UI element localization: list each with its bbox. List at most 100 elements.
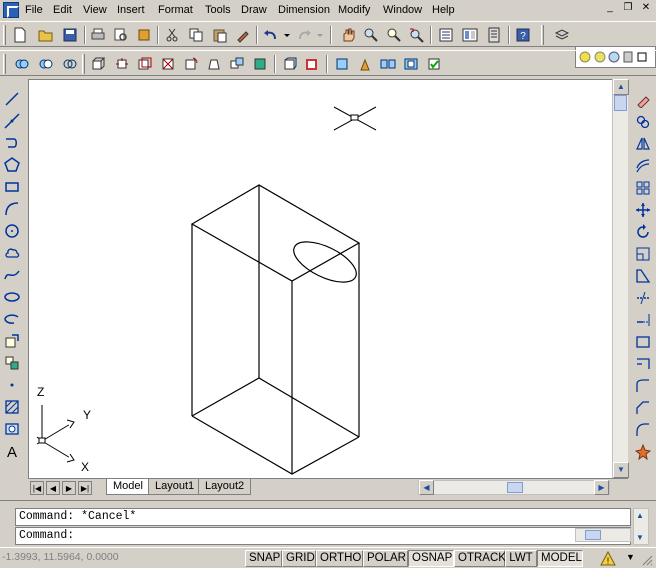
trim-icon[interactable] [633, 288, 653, 308]
construction-line-icon[interactable] [2, 111, 22, 131]
resize-grip-icon[interactable] [641, 552, 653, 566]
match-properties-icon[interactable] [233, 25, 253, 45]
app-icon[interactable] [3, 2, 19, 18]
close-button[interactable]: ✕ [638, 2, 654, 16]
stretch-icon[interactable] [633, 266, 653, 286]
cut-icon[interactable] [162, 25, 182, 45]
new-icon[interactable] [10, 25, 30, 45]
minimize-button[interactable]: _ [602, 2, 618, 16]
model-toggle[interactable]: MODEL [537, 550, 583, 567]
subtract-icon[interactable] [36, 54, 56, 74]
tab-layout1[interactable]: Layout1 [148, 479, 202, 495]
delete-faces-icon[interactable] [158, 54, 178, 74]
clean-icon[interactable] [355, 54, 375, 74]
rotate-icon[interactable] [633, 222, 653, 242]
menu-tools[interactable]: Tools [205, 3, 231, 17]
menu-view[interactable]: View [83, 3, 107, 17]
first-tab-button[interactable]: |◀ [30, 481, 44, 495]
scroll-up-button[interactable]: ▲ [613, 79, 629, 95]
join-icon[interactable] [633, 376, 653, 396]
line-icon[interactable] [2, 89, 22, 109]
redo-dropdown-icon[interactable] [315, 25, 325, 45]
scroll-down-button[interactable]: ▼ [613, 462, 629, 478]
break-icon[interactable] [633, 354, 653, 374]
tab-layout2[interactable]: Layout2 [198, 479, 252, 495]
vertical-scroll-thumb[interactable] [614, 95, 627, 111]
vertical-scrollbar[interactable]: ▲ ▼ [612, 79, 629, 478]
revision-cloud-icon[interactable] [2, 243, 22, 263]
command-scroll-up-icon[interactable]: ▲ [636, 511, 644, 520]
multiline-text-icon[interactable]: A [2, 441, 22, 461]
make-block-icon[interactable] [2, 353, 22, 373]
scroll-right-button[interactable]: ▶ [594, 480, 609, 495]
command-scroll-down-icon[interactable]: ▼ [636, 533, 644, 542]
insert-block-icon[interactable] [2, 331, 22, 351]
toolbar-grip[interactable] [82, 54, 85, 74]
lwt-toggle[interactable]: LWT [505, 550, 537, 567]
move-icon[interactable] [633, 200, 653, 220]
menu-edit[interactable]: Edit [53, 3, 72, 17]
toolbar-grip[interactable] [3, 25, 6, 45]
fillet-icon[interactable] [633, 420, 653, 440]
copy-faces-icon[interactable] [227, 54, 247, 74]
menu-modify[interactable]: Modify [338, 3, 370, 17]
polar-toggle[interactable]: POLAR [363, 550, 408, 567]
command-hscroll-thumb[interactable] [585, 530, 601, 540]
tool-palettes-icon[interactable] [484, 25, 504, 45]
coordinate-readout[interactable]: -1.3993, 11.5964, 0.0000 [2, 551, 119, 563]
polygon-icon[interactable] [2, 155, 22, 175]
color-edges-icon[interactable] [302, 54, 322, 74]
menu-help[interactable]: Help [432, 3, 455, 17]
shell-icon[interactable] [401, 54, 421, 74]
horizontal-scroll-thumb[interactable] [507, 482, 523, 493]
scroll-left-button[interactable]: ◀ [419, 480, 434, 495]
copy-icon[interactable] [186, 25, 206, 45]
ellipse-arc-icon[interactable] [2, 309, 22, 329]
menu-dimension[interactable]: Dimension [278, 3, 330, 17]
drawing-canvas[interactable]: Z Y X [28, 79, 612, 478]
point-icon[interactable] [2, 375, 22, 395]
menu-format[interactable]: Format [158, 3, 193, 17]
extend-icon[interactable] [633, 310, 653, 330]
rotate-faces-icon[interactable] [181, 54, 201, 74]
open-icon[interactable] [36, 25, 56, 45]
mirror-icon[interactable] [633, 134, 653, 154]
menu-window[interactable]: Window [383, 3, 422, 17]
pan-icon[interactable] [338, 25, 358, 45]
toolbar-grip[interactable] [3, 54, 6, 74]
offset-faces-icon[interactable] [135, 54, 155, 74]
move-faces-icon[interactable] [112, 54, 132, 74]
extrude-faces-icon[interactable] [88, 54, 108, 74]
previous-tab-button[interactable]: ◀ [46, 481, 60, 495]
chamfer-icon[interactable] [633, 398, 653, 418]
command-scrollbar[interactable]: ▲ ▼ [633, 508, 649, 545]
circle-icon[interactable] [2, 221, 22, 241]
command-hscrollbar[interactable] [575, 528, 631, 542]
array-icon[interactable] [633, 178, 653, 198]
rectangle-icon[interactable] [2, 177, 22, 197]
undo-icon[interactable] [261, 25, 281, 45]
otrack-toggle[interactable]: OTRACK [454, 550, 506, 567]
paste-icon[interactable] [210, 25, 230, 45]
snap-toggle[interactable]: SNAP [245, 550, 282, 567]
communication-center-icon[interactable]: ! [600, 550, 616, 566]
zoom-previous-icon[interactable] [406, 25, 426, 45]
last-tab-button[interactable]: ▶| [78, 481, 92, 495]
spline-icon[interactable] [2, 265, 22, 285]
publish-icon[interactable] [134, 25, 154, 45]
undo-dropdown-icon[interactable] [282, 25, 292, 45]
tab-model[interactable]: Model [106, 479, 150, 495]
hatch-icon[interactable] [2, 397, 22, 417]
offset-icon[interactable] [633, 156, 653, 176]
print-icon[interactable] [88, 25, 108, 45]
horizontal-scrollbar[interactable]: ◀ ▶ [418, 480, 610, 495]
copy-edges-icon[interactable] [280, 54, 300, 74]
layer-properties-icon[interactable] [552, 25, 572, 45]
properties-icon[interactable] [436, 25, 456, 45]
help-icon[interactable]: ? [513, 25, 533, 45]
toolbar-grip[interactable] [541, 25, 544, 45]
plot-preview-icon[interactable] [111, 25, 131, 45]
arc-icon[interactable] [2, 199, 22, 219]
taper-faces-icon[interactable] [204, 54, 224, 74]
design-center-icon[interactable] [460, 25, 480, 45]
